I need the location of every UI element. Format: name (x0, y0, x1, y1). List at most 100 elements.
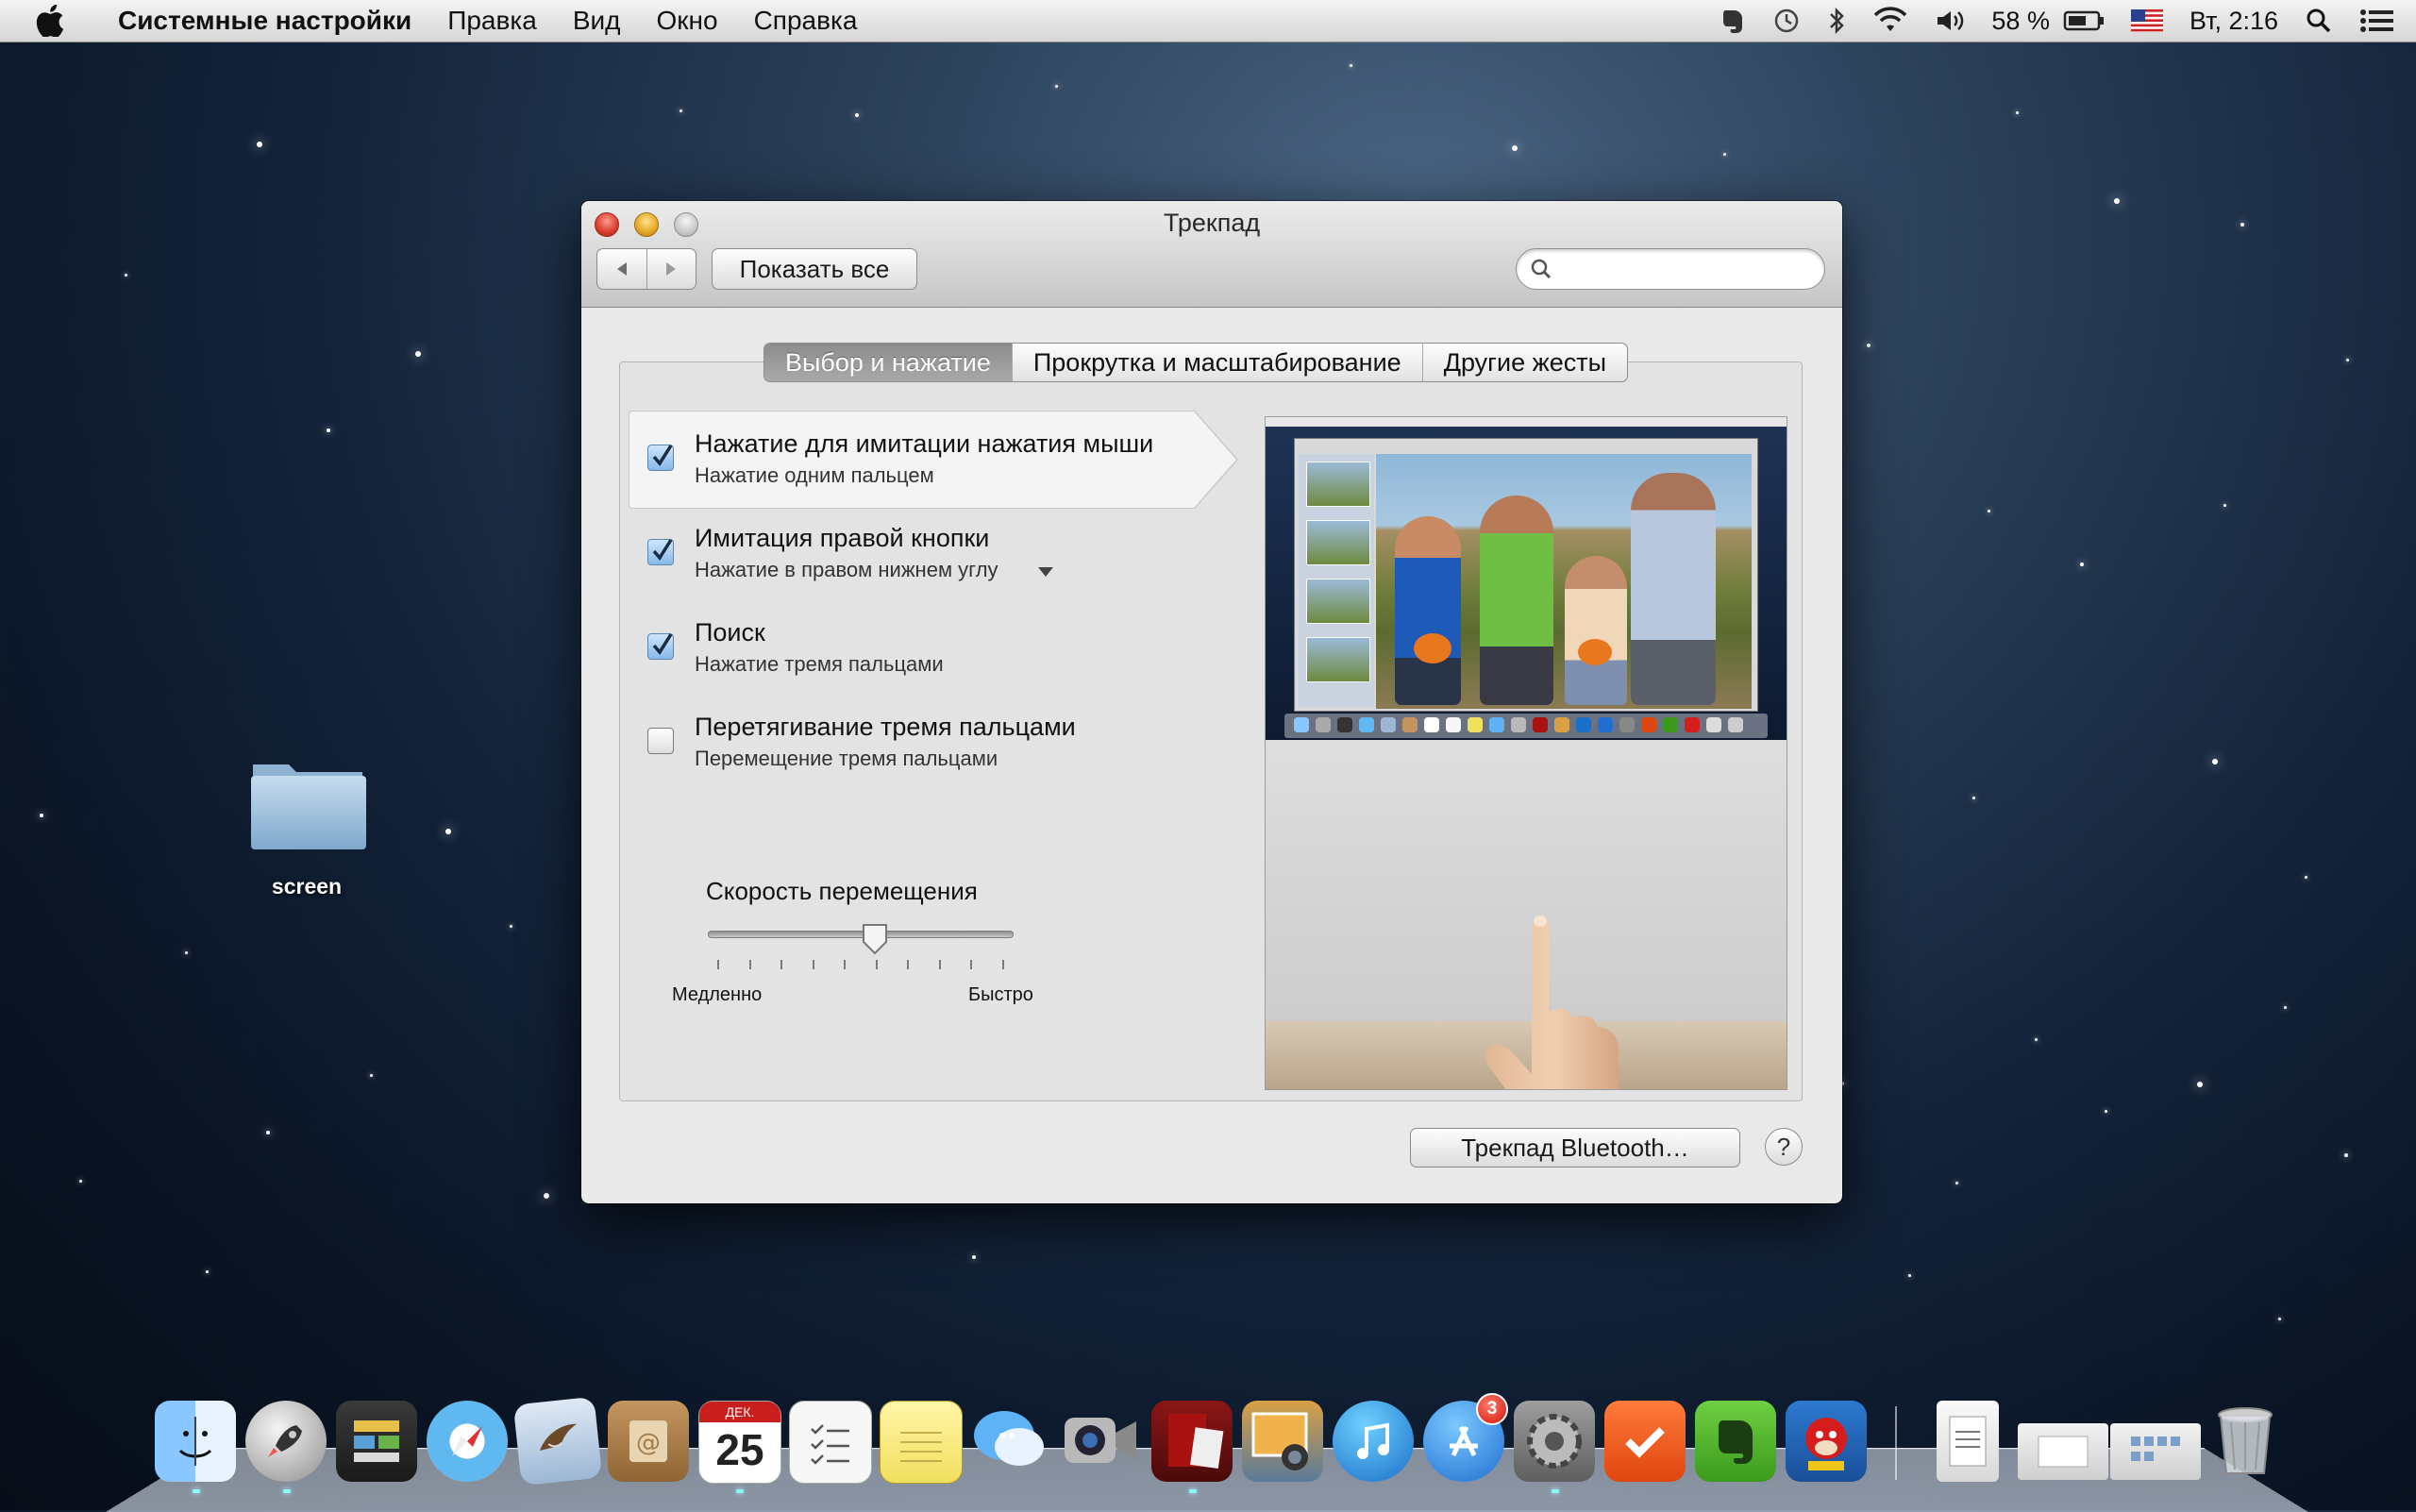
photo-booth-icon[interactable] (336, 1401, 417, 1482)
menu-help[interactable]: Справка (736, 0, 876, 42)
preview-thumbnail (1306, 637, 1370, 682)
trash-icon[interactable] (2205, 1401, 2286, 1482)
star (206, 1270, 209, 1273)
menu-app-name[interactable]: Системные настройки (100, 0, 429, 42)
tap-to-click-title[interactable]: Нажатие для имитации нажатия мыши (695, 429, 1153, 459)
wunderlist-icon[interactable] (1604, 1401, 1686, 1482)
app-store-badge: 3 (1476, 1393, 1508, 1425)
wifi-icon[interactable] (1872, 7, 1908, 35)
tracking-speed-slider-thumb[interactable] (861, 922, 889, 956)
title-bar[interactable]: Трекпад Показать все (581, 201, 1842, 308)
bluetooth-trackpad-button[interactable]: Трекпад Bluetooth… (1410, 1128, 1740, 1168)
applications-stack-icon[interactable] (2110, 1423, 2201, 1480)
evernote-menu-icon[interactable] (1720, 7, 1746, 35)
us-flag-icon[interactable] (2130, 9, 2163, 32)
tap-to-click-checkbox[interactable] (647, 445, 674, 471)
calendar-icon[interactable]: ДЕК. 25 (698, 1401, 781, 1484)
star (2105, 1110, 2107, 1113)
forward-button[interactable] (647, 249, 696, 289)
star (2284, 1006, 2287, 1009)
secondary-click-checkbox[interactable] (647, 539, 674, 565)
safari-icon[interactable] (427, 1401, 508, 1482)
preview-dock-icon (1576, 717, 1591, 732)
star (415, 351, 421, 357)
menu-window[interactable]: Окно (638, 0, 735, 42)
facetime-icon[interactable] (1061, 1401, 1142, 1482)
battery-icon[interactable] (2063, 9, 2105, 32)
finder-icon[interactable] (155, 1401, 236, 1482)
clock[interactable]: Вт, 2:16 (2190, 7, 2278, 36)
contacts-icon[interactable]: @ (608, 1401, 689, 1482)
angry-birds-seasons-icon[interactable] (1786, 1401, 1867, 1482)
preview-menubar (1266, 417, 1787, 427)
preview-dock-icon (1489, 717, 1504, 732)
star (544, 1193, 549, 1199)
svg-text:@: @ (636, 1429, 661, 1457)
search-field[interactable] (1516, 248, 1825, 290)
pumpkin (1414, 633, 1451, 664)
preview-dock-icon (1446, 717, 1461, 732)
secondary-click-subtitle[interactable]: Нажатие в правом нижнем углу (695, 558, 998, 582)
messages-icon[interactable] (970, 1401, 1051, 1482)
desktop-folder-label[interactable]: screen (255, 874, 359, 899)
secondary-click-title[interactable]: Имитация правой кнопки (695, 524, 989, 553)
preview-dock-icon (1598, 717, 1613, 732)
launchpad-icon[interactable] (245, 1401, 327, 1482)
tab-more-gestures[interactable]: Другие жесты (1421, 344, 1627, 381)
show-all-button[interactable]: Показать все (712, 248, 917, 290)
menu-edit[interactable]: Правка (429, 0, 555, 42)
volume-icon[interactable] (1935, 7, 1965, 35)
three-finger-drag-title[interactable]: Перетягивание тремя пальцами (695, 713, 1076, 742)
preview-dock-icon (1706, 717, 1721, 732)
star (2114, 198, 2120, 204)
checkmark-icon (652, 445, 673, 466)
battery-percent[interactable]: 58 % (1991, 7, 2050, 36)
desktop-folder-icon[interactable] (247, 751, 370, 860)
downloads-stack-icon[interactable] (2018, 1423, 2108, 1480)
itunes-icon[interactable] (1333, 1401, 1414, 1482)
launchpad-running-indicator (283, 1489, 291, 1493)
system-preferences-icon[interactable] (1514, 1401, 1595, 1482)
help-button[interactable]: ? (1765, 1128, 1803, 1166)
secondary-click-dropdown-icon[interactable] (1038, 567, 1053, 577)
star (2344, 1153, 2348, 1157)
speed-tick (748, 960, 751, 969)
app-store-icon[interactable]: 3 (1423, 1393, 1508, 1482)
selected-option-highlight (629, 411, 1196, 509)
calendar-month: ДЕК. (699, 1402, 780, 1422)
spotlight-icon[interactable] (2305, 7, 2333, 35)
star (370, 1074, 373, 1077)
star (2080, 563, 2084, 566)
mail-icon[interactable] (512, 1396, 603, 1487)
photo-person (1565, 556, 1627, 705)
preview-dock-icon (1381, 717, 1396, 732)
notes-icon[interactable] (880, 1401, 963, 1484)
star (445, 829, 451, 834)
look-up-checkbox[interactable] (647, 633, 674, 660)
three-finger-drag-checkbox[interactable] (647, 728, 674, 754)
menu-view[interactable]: Вид (555, 0, 639, 42)
star (2016, 111, 2019, 114)
photo-viewer-icon[interactable] (1151, 1401, 1233, 1482)
time-machine-icon[interactable] (1772, 7, 1801, 35)
tab-scroll-and-zoom[interactable]: Прокрутка и масштабирование (1011, 344, 1422, 381)
star (185, 951, 188, 954)
star (2212, 759, 2218, 764)
window-title: Трекпад (1163, 209, 1261, 237)
notification-center-icon[interactable] (2359, 7, 2395, 35)
document-stack-icon[interactable] (1937, 1401, 1999, 1482)
evernote-icon[interactable] (1695, 1401, 1776, 1482)
star (1908, 1274, 1911, 1277)
apple-menu-icon[interactable] (34, 5, 66, 37)
tab-point-and-click[interactable]: Выбор и нажатие (764, 344, 1012, 381)
preview-dock-icon (1316, 717, 1331, 732)
iphoto-icon[interactable] (1242, 1401, 1323, 1482)
reminders-icon[interactable] (789, 1401, 872, 1484)
checkmark-icon (652, 633, 673, 655)
back-button[interactable] (597, 249, 647, 289)
forward-arrow-icon (666, 262, 677, 276)
bluetooth-icon[interactable] (1827, 7, 1846, 35)
search-input[interactable] (1562, 253, 1811, 285)
look-up-title[interactable]: Поиск (695, 618, 765, 647)
preview-thumbnail (1306, 462, 1370, 507)
